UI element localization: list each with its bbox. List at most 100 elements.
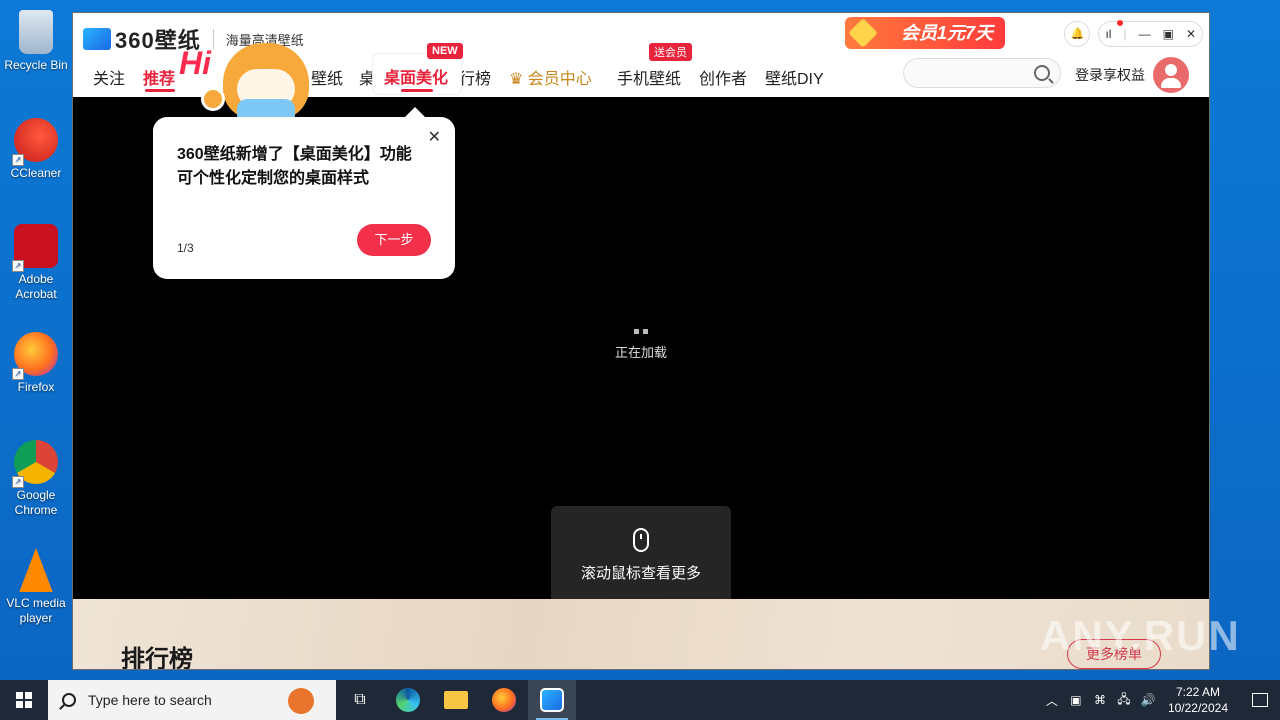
recycle-bin-shortcut[interactable]: Recycle Bin	[0, 10, 72, 73]
windows-logo-icon	[16, 692, 32, 708]
system-tray: ︿ ▣ ⌘ 🖧 🔊 7:22 AM 10/22/2024	[1040, 680, 1280, 720]
ccleaner-icon: ↗	[12, 118, 58, 166]
chrome-shortcut[interactable]: ↗ Google Chrome	[0, 440, 72, 518]
active-tab-underline	[401, 89, 433, 92]
firefox-icon: ↗	[12, 332, 58, 380]
edge-taskbar-button[interactable]	[384, 680, 432, 720]
taskbar: Type here to search ⧉ ︿ ▣ ⌘ 🖧 🔊 7:22 AM …	[0, 680, 1280, 720]
logo-mark-icon	[83, 28, 111, 50]
edge-icon	[396, 688, 420, 712]
feature-tour-popup: ✕ 360壁纸新增了【桌面美化】功能 可个性化定制您的桌面样式 1/3 下一步	[153, 107, 455, 279]
scroll-hint: 滚动鼠标查看更多	[551, 506, 731, 604]
search-input[interactable]	[903, 58, 1061, 88]
app-tray-icon[interactable]: ▣	[1064, 693, 1088, 707]
ccleaner-shortcut[interactable]: ↗ CCleaner	[0, 118, 72, 181]
vlc-shortcut[interactable]: VLC media player	[0, 548, 72, 626]
tab-vip-center[interactable]: ♛ 会员中心	[509, 65, 592, 89]
chrome-icon: ↗	[12, 440, 58, 488]
wallpaper-app-taskbar-button[interactable]	[528, 680, 576, 720]
new-badge: NEW	[427, 43, 463, 59]
start-button[interactable]	[0, 680, 48, 720]
adobe-acrobat-shortcut[interactable]: ↗ Adobe Acrobat	[0, 224, 72, 302]
show-hidden-icons-chevron-icon[interactable]: ︿	[1040, 692, 1064, 709]
loading-indicator: 正在加载	[73, 329, 1209, 361]
clock-date: 10/22/2024	[1167, 701, 1228, 715]
desktop-icon-label: VLC media player	[6, 596, 66, 625]
firefox-shortcut[interactable]: ↗ Firefox	[0, 332, 72, 395]
acrobat-icon: ↗	[12, 224, 58, 272]
login-link[interactable]: 登录享权益	[1075, 65, 1145, 85]
avatar[interactable]	[1153, 57, 1189, 93]
clock-time: 7:22 AM	[1175, 685, 1220, 699]
desktop-icon-label: Recycle Bin	[4, 58, 68, 72]
wallpaper-app-window: 360壁纸 海量高清壁纸 会员1元7天 🔔 ıl | — ▣ ✕ 关注 推荐 壁…	[72, 12, 1210, 670]
desktop-icon-label: Firefox	[17, 380, 55, 394]
vlc-cone-icon	[19, 548, 53, 592]
volume-icon[interactable]: 🔊	[1136, 693, 1160, 707]
loading-spinner-icon	[634, 329, 648, 334]
desktop-icon-label: Adobe Acrobat	[15, 272, 57, 301]
paw-icon	[201, 87, 225, 111]
task-view-icon: ⧉	[354, 691, 366, 708]
loading-text: 正在加载	[614, 345, 667, 360]
popup-line-2: 可个性化定制您的桌面样式	[177, 170, 370, 187]
crown-icon: ♛	[509, 71, 528, 88]
separator: |	[1123, 27, 1127, 41]
network-icon[interactable]: 🖧	[1112, 690, 1136, 711]
notification-bell-button[interactable]: 🔔	[1064, 21, 1091, 47]
search-icon	[62, 693, 76, 707]
vip-promo-banner[interactable]: 会员1元7天	[845, 17, 1005, 49]
active-tab-underline	[145, 89, 175, 92]
unread-dot	[1117, 20, 1124, 26]
file-explorer-taskbar-button[interactable]	[432, 680, 480, 720]
tab-wallpaper[interactable]: 壁纸	[311, 65, 343, 89]
scroll-hint-text: 滚动鼠标查看更多	[580, 565, 701, 582]
notification-icon	[1252, 693, 1268, 707]
recycle-bin-icon	[19, 10, 53, 54]
search-highlight-icon	[288, 688, 314, 714]
mouse-icon	[633, 528, 649, 552]
window-controls: 🔔 ıl | — ▣ ✕	[1064, 20, 1203, 47]
gift-vip-badge: 送会员	[649, 43, 692, 61]
shiba-mascot-icon	[223, 43, 309, 125]
next-step-button[interactable]: 下一步	[357, 224, 431, 256]
tab-ranking[interactable]: 行榜	[459, 65, 491, 89]
notification-center-button[interactable]	[1240, 680, 1280, 720]
popup-line-1: 360壁纸新增了【桌面美化】功能	[177, 146, 412, 163]
tour-step-counter: 1/3	[177, 241, 194, 255]
bell-icon: 🔔	[1070, 28, 1085, 40]
tab-desktop-beauty-label: 桌面美化	[384, 70, 449, 87]
tab-mobile-wallpaper[interactable]: 手机壁纸	[617, 65, 681, 89]
tab-creator[interactable]: 创作者	[699, 65, 747, 89]
folder-icon	[444, 691, 468, 709]
taskbar-search-box[interactable]: Type here to search	[48, 680, 336, 720]
wallpaper-app-icon	[540, 688, 564, 712]
tab-desktop-beauty[interactable]: 桌面美化	[373, 54, 461, 94]
tab-diy[interactable]: 壁纸DIY	[765, 65, 824, 89]
desktop-icon-label: CCleaner	[10, 166, 62, 180]
skin-settings-button[interactable]: ıl	[1105, 27, 1111, 41]
desktop-icon-label: Google Chrome	[14, 488, 58, 517]
close-icon[interactable]: ✕	[428, 127, 441, 147]
mascot-greeting: Hi	[179, 45, 211, 81]
minimize-button[interactable]: —	[1139, 27, 1151, 41]
tab-follow[interactable]: 关注	[93, 65, 125, 89]
tab-recommend[interactable]: 推荐	[143, 65, 175, 89]
anyrun-watermark: ANY.RUN	[1040, 612, 1241, 659]
taskbar-search-placeholder: Type here to search	[88, 692, 212, 708]
firefox-icon	[492, 688, 516, 712]
task-view-button[interactable]: ⧉	[336, 680, 384, 720]
clock[interactable]: 7:22 AM 10/22/2024	[1168, 684, 1228, 716]
vip-label: 会员中心	[527, 71, 592, 88]
popup-message: 360壁纸新增了【桌面美化】功能 可个性化定制您的桌面样式	[177, 143, 427, 191]
maximize-button[interactable]: ▣	[1163, 27, 1174, 41]
promo-text: 会员1元7天	[900, 23, 993, 43]
window-button-group: ıl | — ▣ ✕	[1098, 20, 1203, 47]
close-button[interactable]: ✕	[1186, 27, 1196, 41]
firefox-taskbar-button[interactable]	[480, 680, 528, 720]
meet-now-icon[interactable]: ⌘	[1088, 693, 1112, 707]
ranking-title: 排行榜	[121, 646, 193, 670]
ranking-section: 排行榜 更多榜单	[73, 599, 1209, 670]
search-icon[interactable]	[1034, 65, 1050, 81]
diamond-icon	[848, 18, 878, 48]
